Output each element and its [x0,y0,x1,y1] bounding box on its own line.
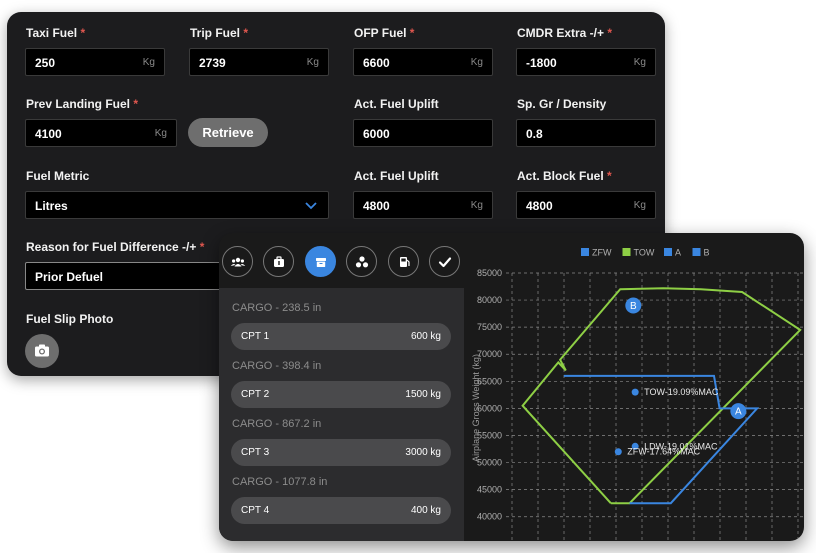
cg-envelope-svg: 8500080000750007000065000600005500050000… [471,248,804,541]
reason-input[interactable]: Prior Defuel [25,262,245,290]
sp-gr-density-input[interactable]: 0.8 [516,119,656,147]
act-fuel-uplift-input[interactable]: 6000 [353,119,493,147]
y-tick-label: 45000 [477,485,502,495]
marker-label: A [735,407,742,418]
act-fuel-uplift-kg-label: Act. Fuel Uplift [354,169,439,183]
reason-label: Reason for Fuel Difference -/+ * [26,240,205,254]
cg-envelope-chart: 85000 80000 75000 70000 65000 60000 55000 50000… [464,233,804,541]
legend-swatch [664,248,672,256]
legend-label: TOW [634,248,655,258]
fuel-metric-select[interactable]: Litres [25,191,329,219]
tab-bar [219,233,464,288]
cargo-section-header: CARGO - 1077.8 in [232,476,328,488]
marker-label: B [630,301,637,312]
legend-label: B [704,248,710,258]
cargo-item-cpt1[interactable]: CPT 1 600 kg [231,323,451,350]
data-point-label: TOW-19.09%MAC [644,387,719,397]
camera-button[interactable] [25,334,59,368]
legend-label: A [675,248,681,258]
y-tick-label: 80000 [477,295,502,305]
legend-swatch [622,248,631,256]
trip-fuel-label: Trip Fuel * [190,26,249,40]
tab-cargo[interactable] [305,246,336,277]
tab-baggage[interactable] [263,246,294,277]
cargo-item-cpt3[interactable]: CPT 3 3000 kg [231,439,451,466]
cmdr-extra-label: CMDR Extra -/+ * [517,26,613,40]
data-point [614,448,622,456]
legend-swatch [692,248,701,256]
tab-weights[interactable] [346,246,377,277]
tab-passengers[interactable] [222,246,253,277]
weights-icon [355,256,369,268]
check-icon [438,257,452,268]
ofp-fuel-input[interactable]: 6600 Kg [353,48,493,76]
prev-landing-fuel-input[interactable]: 4100 Kg [25,119,177,147]
data-point-label: ZFW-17.64%MAC [627,447,700,457]
fuel-icon [400,257,410,267]
tab-confirm[interactable] [429,246,460,277]
cmdr-extra-input[interactable]: -1800 Kg [516,48,656,76]
chevron-down-icon [305,202,317,210]
prev-landing-fuel-label: Prev Landing Fuel * [26,97,139,111]
sp-gr-density-label: Sp. Gr / Density [517,97,607,111]
taxi-fuel-input[interactable]: 250 Kg [25,48,165,76]
fuel-slip-photo-label: Fuel Slip Photo [26,312,114,326]
cargo-item-cpt4[interactable]: CPT 4 400 kg [231,497,451,524]
taxi-fuel-label: Taxi Fuel * [26,26,86,40]
cargo-icon [316,258,326,267]
fuel-metric-label: Fuel Metric [26,169,90,183]
load-trim-card: CARGO - 238.5 in CPT 1 600 kg CARGO - 398… [219,233,804,541]
legend-label: ZFW [592,248,612,258]
ofp-fuel-label: OFP Fuel * [354,26,415,40]
cargo-section-header: CARGO - 398.4 in [232,360,322,372]
tab-fuel[interactable] [388,246,419,277]
act-block-fuel-label: Act. Block Fuel * [517,169,612,183]
legend-swatch [581,248,589,256]
trip-fuel-input[interactable]: 2739 Kg [189,48,329,76]
baggage-icon [274,256,284,267]
act-block-fuel-input[interactable]: 4800 Kg [516,191,656,219]
cargo-item-cpt2[interactable]: CPT 2 1500 kg [231,381,451,408]
passengers-icon [230,257,246,267]
y-tick-label: 75000 [477,322,502,332]
act-fuel-uplift-label: Act. Fuel Uplift [354,97,439,111]
retrieve-button[interactable]: Retrieve [188,118,268,147]
camera-icon [35,344,49,357]
y-tick-label: 40000 [477,512,502,522]
cargo-section-header: CARGO - 867.2 in [232,418,322,430]
y-axis-label: Airplane Gross Weight (kg) [471,354,481,462]
cargo-section-header: CARGO - 238.5 in [232,302,322,314]
y-tick-label: 85000 [477,268,502,278]
data-point [631,388,639,396]
cargo-list: CARGO - 238.5 in CPT 1 600 kg CARGO - 398… [219,288,464,541]
act-fuel-uplift-kg-input[interactable]: 4800 Kg [353,191,493,219]
